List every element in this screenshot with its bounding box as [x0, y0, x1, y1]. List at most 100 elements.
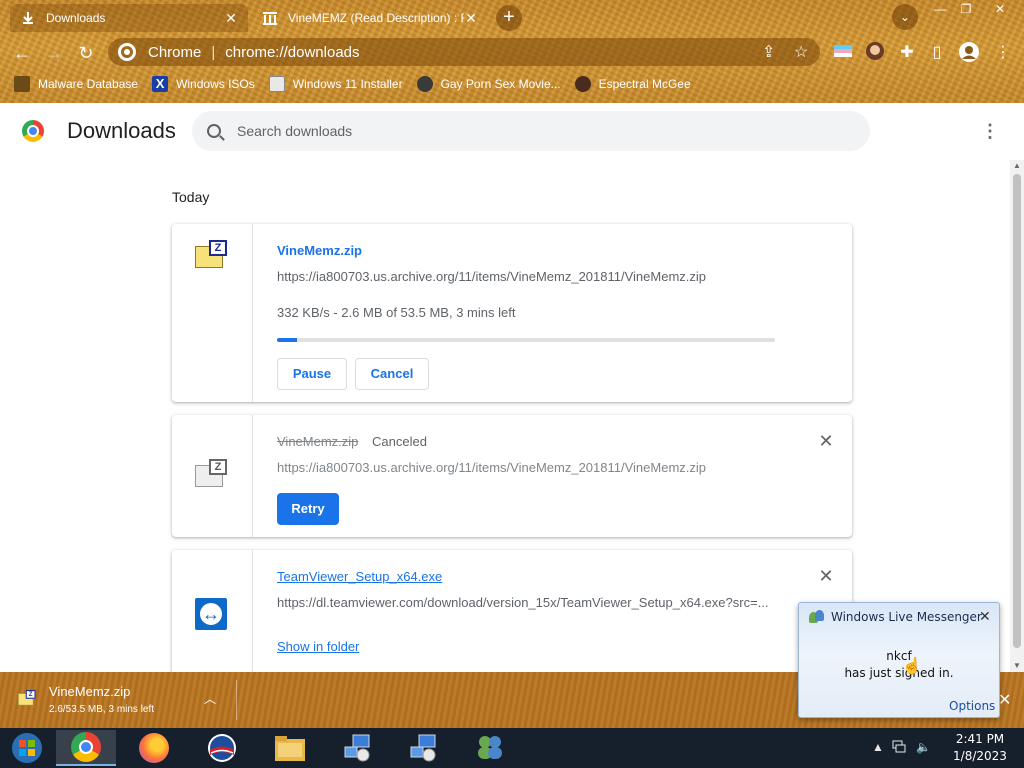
- scrollbar[interactable]: ▲ ▼: [1010, 160, 1024, 672]
- bookmark-icon-malware: [14, 76, 30, 92]
- taskbar-network-setup[interactable]: [328, 730, 388, 766]
- menu-kebab-icon[interactable]: ⋮: [992, 42, 1014, 64]
- remove-from-list-icon[interactable]: ✕: [816, 566, 836, 586]
- search-box[interactable]: Search downloads: [192, 111, 870, 151]
- scroll-up-arrow-icon[interactable]: ▲: [1010, 160, 1024, 172]
- profile-icon[interactable]: [958, 42, 980, 64]
- tab-search-button[interactable]: ⌄: [892, 4, 918, 30]
- more-actions-icon[interactable]: ⋮: [980, 119, 1000, 143]
- restore-button[interactable]: ❐: [954, 0, 978, 18]
- file-url[interactable]: https://ia800703.us.archive.org/11/items…: [277, 269, 777, 284]
- bookmark-item[interactable]: Malware Database: [14, 76, 138, 92]
- taskbar-windows-live-messenger[interactable]: [460, 730, 520, 766]
- status-canceled-label: Canceled: [372, 434, 427, 449]
- obama-logo-icon: [208, 734, 236, 762]
- pause-button[interactable]: Pause: [277, 358, 347, 390]
- close-window-button[interactable]: ✕: [988, 0, 1012, 18]
- file-name-link[interactable]: VineMemz.zip: [277, 243, 362, 258]
- extensions-puzzle-icon[interactable]: ✚: [896, 42, 918, 64]
- reload-button[interactable]: ↻: [74, 41, 98, 65]
- bookmark-item[interactable]: Windows 11 Installer: [268, 76, 403, 92]
- firefox-icon: [139, 733, 169, 763]
- file-name-link[interactable]: TeamViewer_Setup_x64.exe: [277, 569, 442, 584]
- taskbar-chrome[interactable]: [56, 730, 116, 766]
- show-in-folder-link[interactable]: Show in folder: [277, 639, 359, 654]
- separator: |: [211, 43, 216, 61]
- retry-button[interactable]: Retry: [277, 493, 339, 525]
- bookmark-label: Malware Database: [38, 77, 139, 91]
- minimize-button[interactable]: —: [928, 0, 952, 18]
- tab-downloads[interactable]: Downloads ✕: [10, 4, 248, 32]
- bookmark-item[interactable]: X Windows ISOs: [152, 76, 255, 92]
- taskbar-firefox[interactable]: [124, 730, 184, 766]
- chrome-logo-icon: [22, 120, 44, 142]
- messenger-notification[interactable]: Windows Live Messenger ✕ nkcf has just s…: [798, 602, 1000, 718]
- search-icon: [207, 124, 221, 138]
- new-tab-button[interactable]: +: [496, 5, 522, 31]
- shelf-file-name[interactable]: VineMemz.zip: [49, 684, 130, 699]
- bookmark-label: Espectral McGee: [598, 77, 691, 91]
- shelf-status: 2.6/53.5 MB, 3 mins left: [49, 704, 155, 715]
- bookmark-item[interactable]: Espectral McGee: [574, 76, 691, 92]
- tab-title: VineMEMZ (Read Description) : F: [288, 11, 464, 25]
- tab-title: Downloads: [46, 11, 106, 25]
- side-panel-icon[interactable]: ▯: [926, 42, 948, 64]
- page-title: Downloads: [67, 118, 176, 143]
- bookmark-star-icon[interactable]: ☆: [794, 42, 808, 62]
- teamviewer-icon: [195, 598, 227, 630]
- notification-title: Windows Live Messenger: [831, 610, 982, 624]
- search-input[interactable]: Search downloads: [237, 123, 352, 139]
- options-link[interactable]: Options: [949, 699, 995, 713]
- address-bar[interactable]: Chrome | chrome://downloads ⇪ ☆: [108, 38, 820, 66]
- volume-icon[interactable]: 🔈: [916, 740, 931, 754]
- browser-frame: Downloads ✕ VineMEMZ (Read Description) …: [0, 0, 1024, 103]
- bookmarks-bar: Malware Database X Windows ISOs Windows …: [0, 72, 1024, 96]
- network-tray-icon[interactable]: [892, 740, 908, 757]
- system-clock[interactable]: 2:41 PM 1/8/2023: [940, 731, 1020, 765]
- file-name-canceled: VineMemz.zip: [277, 434, 359, 449]
- scrollbar-thumb[interactable]: [1013, 174, 1021, 648]
- taskbar-obama-logo[interactable]: [192, 730, 252, 766]
- progress-fill: [277, 338, 297, 342]
- zip-file-icon: Z: [195, 459, 229, 489]
- download-status: 332 KB/s - 2.6 MB of 53.5 MB, 3 mins lef…: [277, 305, 516, 320]
- file-url[interactable]: https://dl.teamviewer.com/download/versi…: [277, 595, 777, 610]
- zip-file-icon: Z: [195, 240, 229, 270]
- bookmark-label: Windows 11 Installer: [292, 77, 403, 91]
- show-hidden-icons-icon[interactable]: ▲: [872, 740, 884, 754]
- taskbar-network-setup-2[interactable]: [394, 730, 454, 766]
- network-setup-icon: [344, 734, 370, 762]
- date-section-label: Today: [172, 189, 210, 205]
- taskbar-file-explorer[interactable]: [260, 730, 320, 766]
- notification-message: has just signed in.: [844, 666, 954, 680]
- download-item: Z VineMemz.zip https://ia800703.us.archi…: [172, 224, 852, 402]
- close-shelf-icon[interactable]: ✕: [998, 690, 1011, 710]
- bookmark-item[interactable]: Gay Porn Sex Movie...: [416, 76, 561, 92]
- chrome-icon: [118, 43, 136, 61]
- chrome-icon: [71, 732, 101, 762]
- download-item: Z VineMemz.zip Canceled https://ia800703…: [172, 415, 852, 537]
- messenger-buddy-icon: [478, 736, 502, 759]
- extension-avatar-icon[interactable]: [864, 42, 886, 64]
- remove-from-list-icon[interactable]: ✕: [816, 431, 836, 451]
- file-url[interactable]: https://ia800703.us.archive.org/11/items…: [277, 460, 777, 475]
- clock-date: 1/8/2023: [953, 749, 1007, 763]
- contact-name: nkcf: [886, 649, 912, 663]
- start-button[interactable]: [0, 730, 54, 766]
- close-tab-icon[interactable]: ✕: [464, 10, 478, 27]
- folder-icon: [275, 736, 305, 761]
- close-tab-icon[interactable]: ✕: [224, 10, 238, 27]
- chevron-up-icon[interactable]: ︿: [204, 690, 216, 707]
- url-text[interactable]: chrome://downloads: [225, 44, 359, 61]
- close-notification-icon[interactable]: ✕: [979, 608, 991, 625]
- scroll-down-arrow-icon[interactable]: ▼: [1010, 660, 1024, 672]
- notification-header: Windows Live Messenger: [809, 610, 982, 624]
- share-icon[interactable]: ⇪: [762, 42, 775, 62]
- cancel-button[interactable]: Cancel: [355, 358, 429, 390]
- network-setup-icon: [410, 734, 436, 762]
- back-button[interactable]: ←: [10, 41, 34, 65]
- forward-button[interactable]: →: [42, 41, 66, 65]
- tab-vinememz[interactable]: VineMEMZ (Read Description) : F ✕: [252, 4, 488, 32]
- bookmark-icon-x: X: [152, 76, 169, 92]
- extension-flag-icon[interactable]: [832, 42, 854, 64]
